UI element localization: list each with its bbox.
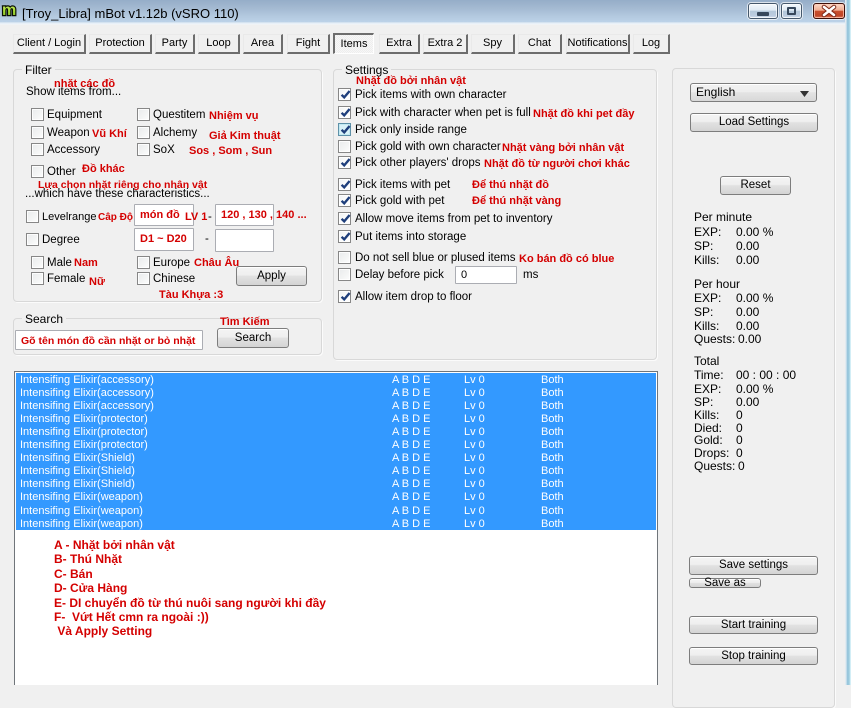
svg-text:m: m: [2, 2, 16, 19]
